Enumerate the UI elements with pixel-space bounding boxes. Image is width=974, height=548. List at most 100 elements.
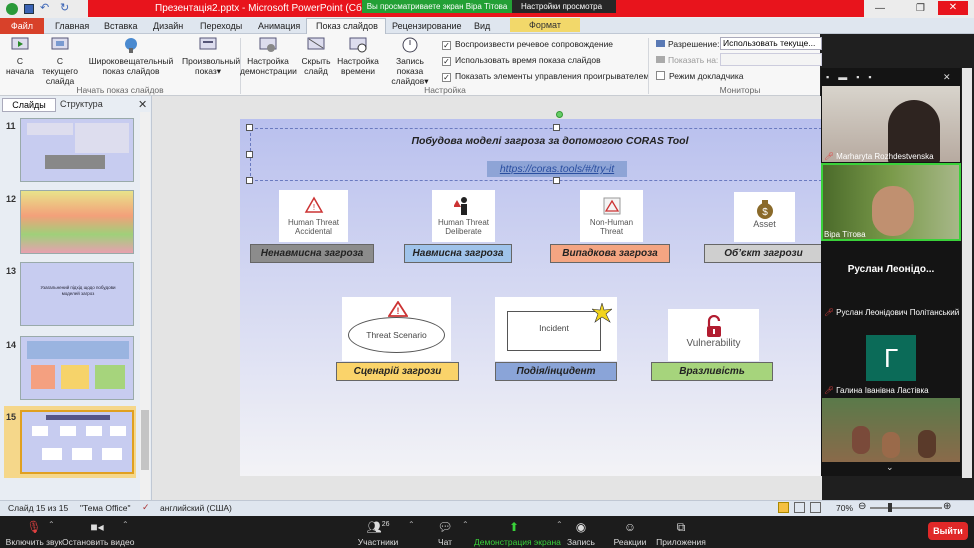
zoom-out-icon[interactable]: ⊖: [858, 501, 866, 512]
thumb-block: [31, 365, 55, 389]
redo-icon[interactable]: ↻: [60, 1, 69, 14]
chevron-up-icon[interactable]: ⌃: [122, 520, 129, 529]
coras-link[interactable]: https://coras.tools/#/try-it: [487, 161, 627, 177]
hide-slide-button[interactable]: Скрыть слайд: [298, 36, 334, 76]
spellcheck-icon[interactable]: ✓: [142, 502, 150, 513]
chevron-up-icon[interactable]: ⌃: [462, 520, 469, 529]
slide-thumbnail[interactable]: Узагальнений підхід щодо побудови моделе…: [20, 262, 134, 326]
show-on-select[interactable]: [720, 53, 822, 66]
leave-button[interactable]: Выйти: [928, 522, 968, 540]
zoom-slider[interactable]: [870, 507, 942, 509]
slide-thumbnail[interactable]: [20, 190, 134, 254]
thumb-block: [27, 341, 129, 359]
slide-number: 14: [6, 340, 17, 350]
custom-show-button[interactable]: Произвольный показ▾: [182, 36, 240, 76]
tab-slides[interactable]: Слайды: [2, 98, 56, 112]
timings-checkbox[interactable]: ✓ Использовать время показа слайдов: [442, 55, 601, 66]
tab-outline[interactable]: Структура: [60, 99, 103, 109]
close-window-button[interactable]: ✕: [938, 1, 968, 15]
slide-thumbnail-selected[interactable]: [20, 410, 134, 474]
participants-button[interactable]: 👥︎26 Участники: [356, 520, 400, 547]
normal-view-icon[interactable]: [778, 502, 789, 513]
reading-view-icon[interactable]: [810, 502, 821, 513]
card-threat-scenario: ! Threat Scenario: [342, 297, 451, 361]
resize-handle[interactable]: [553, 177, 560, 184]
view-settings-button[interactable]: Настройки просмотра ⌄: [512, 0, 616, 24]
close-panel-icon[interactable]: ✕: [138, 98, 147, 111]
participant-name: 🎤︎ Галина Іванівна Ластівка: [824, 386, 929, 395]
slideshow-start-icon: [11, 37, 29, 50]
tab-slideshow[interactable]: Показ слайдов: [316, 21, 378, 31]
video-layout-icons[interactable]: ▪▬▪▪: [826, 72, 881, 82]
record-button[interactable]: ◉ Запись: [564, 520, 598, 547]
chevron-up-icon[interactable]: ⌃: [48, 520, 55, 529]
slide-thumbnail[interactable]: [20, 336, 134, 400]
participant-silhouette: [882, 432, 900, 458]
tab-home[interactable]: Главная: [55, 21, 89, 31]
ribbon-separator: [648, 38, 649, 94]
unlocked-padlock-icon: [706, 315, 721, 337]
slide-thumbnail[interactable]: [20, 118, 134, 182]
label-threat-object: Об’єкт загрози: [704, 244, 822, 263]
restore-icon[interactable]: ❐: [916, 3, 925, 14]
zoom-slider-thumb[interactable]: [888, 503, 892, 512]
tab-design[interactable]: Дизайн: [153, 21, 183, 31]
human-threat-deliberate-icon: [453, 197, 467, 215]
tab-insert[interactable]: Вставка: [104, 21, 137, 31]
resolution-select[interactable]: Использовать текуще...: [720, 37, 822, 50]
participants-icon: 👥︎26: [366, 520, 390, 534]
rehearse-timings-button[interactable]: Настройка времени: [336, 36, 380, 76]
show-on-label: Показать на:: [656, 55, 718, 65]
tab-view[interactable]: Вид: [474, 21, 490, 31]
tab-format[interactable]: Формат: [510, 18, 580, 32]
close-icon: ✕: [948, 2, 958, 13]
group-start-slideshow: Начать показ слайдов: [76, 85, 164, 95]
tab-file[interactable]: Файл: [0, 18, 44, 34]
thumb-block: [86, 426, 102, 436]
participant-video[interactable]: [822, 398, 960, 462]
custom-show-icon: [199, 37, 217, 50]
muted-mic-icon: 🎤︎: [824, 308, 835, 317]
muted-mic-icon: 🎤︎: [824, 386, 835, 395]
slide-sorter-icon[interactable]: [794, 502, 805, 513]
resize-handle[interactable]: [553, 124, 560, 131]
narration-checkbox[interactable]: ✓ Воспроизвести речевое сопровождение: [442, 39, 613, 50]
share-screen-button[interactable]: ⬆ Демонстрация экрана: [474, 520, 561, 547]
undo-icon[interactable]: ↶: [40, 1, 49, 14]
zoom-in-icon[interactable]: ⊕: [943, 501, 951, 512]
theme-name: "Тема Office": [80, 503, 131, 513]
tab-animation[interactable]: Анимация: [258, 21, 300, 31]
chat-button[interactable]: 💬︎ Чат: [430, 520, 460, 547]
muted-mic-icon: 🎙︎: [26, 520, 42, 534]
participant-video[interactable]: [822, 86, 960, 162]
media-controls-checkbox[interactable]: ✓ Показать элементы управления проигрыват…: [442, 71, 649, 82]
from-beginning-button[interactable]: С начала: [3, 36, 37, 76]
minimize-icon[interactable]: —: [875, 3, 885, 14]
rotate-handle[interactable]: [556, 111, 563, 118]
presenter-view-checkbox[interactable]: Режим докладчика: [656, 71, 744, 81]
chevron-up-icon[interactable]: ⌃: [408, 520, 415, 529]
zoom-level[interactable]: 70%: [836, 503, 853, 513]
broadcast-button[interactable]: Широковещательный показ слайдов: [86, 36, 176, 76]
from-current-button[interactable]: С текущего слайда: [38, 36, 82, 86]
chevron-up-icon[interactable]: ⌃: [556, 520, 563, 529]
ppt-vertical-scrollbar[interactable]: [962, 68, 972, 478]
language[interactable]: английский (США): [160, 503, 232, 513]
resize-handle[interactable]: [246, 177, 253, 184]
setup-show-button[interactable]: Настройка демонстрации: [240, 36, 297, 76]
scroll-thumb[interactable]: [141, 410, 149, 470]
scroll-down-icon[interactable]: ⌄: [886, 462, 894, 473]
tab-review[interactable]: Рецензирование: [392, 21, 462, 31]
tab-transitions[interactable]: Переходы: [200, 21, 242, 31]
apps-button[interactable]: ⧉ Приложения: [656, 520, 706, 547]
monitor-icon: [656, 40, 665, 47]
close-icon[interactable]: ✕: [943, 72, 951, 83]
svg-text:!: !: [397, 306, 400, 316]
reactions-button[interactable]: ☺ Реакции: [612, 520, 648, 547]
unmute-button[interactable]: 🎙︎ Включить звук: [4, 520, 64, 547]
record-show-button[interactable]: Запись показа слайдов▾: [382, 36, 438, 86]
resize-handle[interactable]: [246, 124, 253, 131]
resize-handle[interactable]: [246, 151, 253, 158]
svg-text:$: $: [762, 207, 768, 218]
save-icon[interactable]: [24, 4, 34, 14]
